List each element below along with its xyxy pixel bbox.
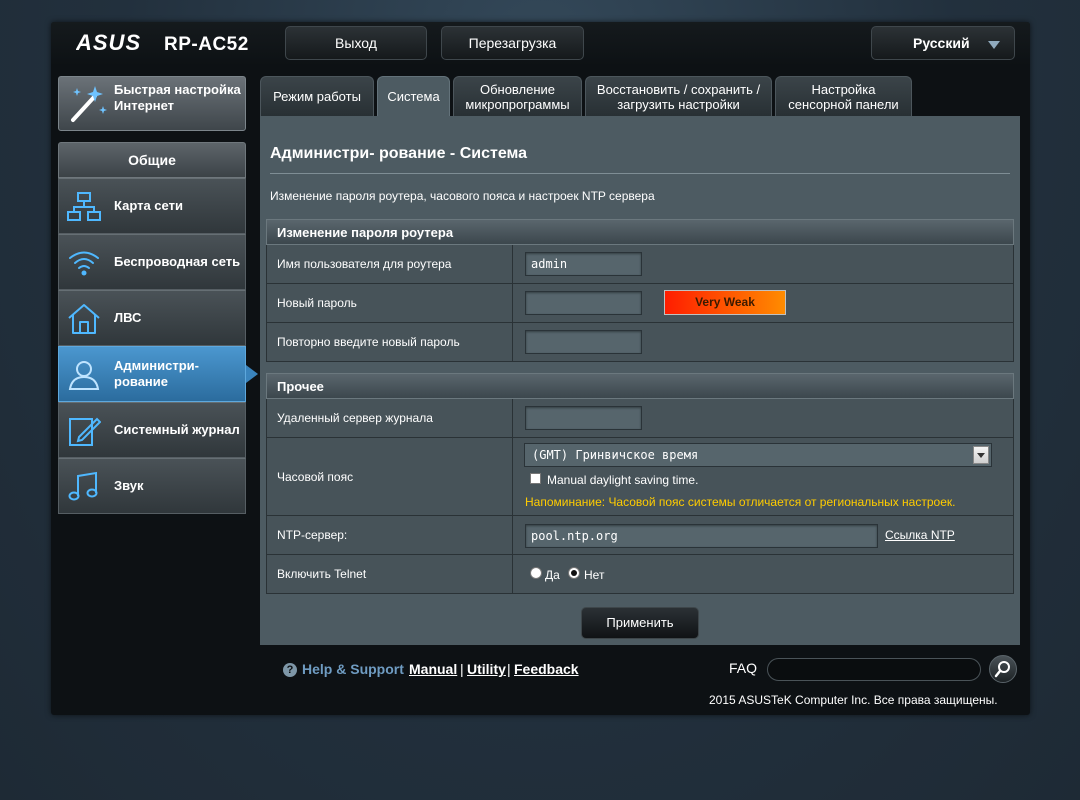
router-admin-window: ASUS RP-AC52 Выход Перезагрузка Русский … — [51, 22, 1030, 715]
top-header: ASUS RP-AC52 Выход Перезагрузка Русский — [51, 22, 1030, 66]
sound-icon — [68, 471, 98, 501]
sidebar-item-label: ЛВС — [114, 310, 142, 325]
utility-link[interactable]: Utility — [467, 661, 506, 677]
username-input[interactable]: admin — [525, 252, 642, 276]
sidebar-item-lan[interactable]: ЛВС — [58, 290, 246, 346]
sidebar-item-label: Беспроводная сеть — [114, 254, 241, 269]
lan-home-icon — [68, 304, 100, 334]
timezone-warning: Напоминание: Часовой пояс системы отлича… — [525, 495, 956, 509]
row-ntp-server: NTP-сервер: pool.ntp.org Ссылка NTP — [266, 516, 1014, 555]
sidebar-item-label: Карта сети — [114, 198, 183, 213]
sidebar-item-label: Звук — [114, 478, 144, 493]
sidebar-item-network-map[interactable]: Карта сети — [58, 178, 246, 234]
sidebar-item-label: Системный журнал — [114, 422, 240, 437]
new-password-input[interactable] — [525, 291, 642, 315]
page-description: Изменение пароля роутера, часового пояса… — [270, 189, 655, 203]
chevron-down-icon[interactable] — [973, 446, 989, 464]
feedback-link[interactable]: Feedback — [514, 661, 579, 677]
ntp-label: NTP-сервер: — [267, 516, 513, 554]
dst-checkbox[interactable] — [530, 473, 541, 484]
sidebar-section-general: Общие — [58, 142, 246, 178]
tab-operation-mode[interactable]: Режим работы — [260, 76, 374, 116]
section-header-password: Изменение пароля роутера — [266, 219, 1014, 245]
sidebar-item-system-log[interactable]: Системный журнал — [58, 402, 246, 458]
faq-label: FAQ — [729, 660, 758, 676]
search-icon — [994, 661, 1010, 678]
ntp-link[interactable]: Ссылка NTP — [885, 528, 955, 542]
faq-search-input[interactable] — [767, 658, 981, 681]
sidebar-item-wireless[interactable]: Беспроводная сеть — [58, 234, 246, 290]
row-log-server: Удаленный сервер журнала — [266, 399, 1014, 438]
timezone-value: (GMT) Гринвичское время — [532, 448, 699, 462]
system-log-icon — [69, 417, 101, 446]
row-repeat-password: Повторно введите новый пароль — [266, 323, 1014, 362]
log-server-label: Удаленный сервер журнала — [267, 399, 513, 437]
magic-wand-icon — [71, 86, 107, 122]
tab-touch-panel-settings[interactable]: Настройка сенсорной панели — [775, 76, 912, 116]
password-strength-badge: Very Weak — [664, 290, 786, 315]
search-button[interactable] — [989, 655, 1017, 683]
row-timezone: Часовой пояс (GMT) Гринвичское время Man… — [266, 438, 1014, 516]
language-value: Русский — [913, 35, 970, 51]
row-telnet: Включить Telnet Да Нет — [266, 555, 1014, 594]
ntp-server-input[interactable]: pool.ntp.org — [525, 524, 878, 548]
telnet-no-radio[interactable] — [568, 567, 580, 579]
footer-separator: | — [507, 661, 511, 677]
tab-system[interactable]: Система — [377, 76, 450, 116]
logout-button[interactable]: Выход — [285, 26, 427, 60]
log-server-input[interactable] — [525, 406, 642, 430]
timezone-select[interactable]: (GMT) Гринвичское время — [524, 443, 992, 467]
help-support-label: Help & Support — [302, 661, 404, 677]
footer-separator: | — [460, 661, 464, 677]
telnet-yes-radio[interactable] — [530, 567, 542, 579]
dst-label: Manual daylight saving time. — [547, 473, 699, 487]
tab-firmware-upgrade[interactable]: Обновление микропрограммы — [453, 76, 582, 116]
svg-text:ASUS: ASUS — [76, 32, 141, 54]
manual-link[interactable]: Manual — [409, 661, 457, 677]
language-select[interactable]: Русский — [871, 26, 1015, 60]
repeat-password-label: Повторно введите новый пароль — [267, 323, 513, 361]
page-title: Администри- рование - Система — [270, 145, 528, 162]
timezone-label: Часовой пояс — [267, 438, 513, 515]
row-new-password: Новый пароль Very Weak — [266, 284, 1014, 323]
asus-logo: ASUS — [76, 32, 141, 54]
content-panel: Администри- рование - Система Изменение … — [260, 116, 1020, 645]
tab-restore-save-settings[interactable]: Восстановить / сохранить / загрузить нас… — [585, 76, 772, 116]
chevron-down-icon — [988, 41, 1000, 49]
quick-internet-setup-button[interactable]: Быстрая настройка Интернет — [58, 76, 246, 131]
new-password-label: Новый пароль — [267, 284, 513, 322]
reboot-button[interactable]: Перезагрузка — [441, 26, 584, 60]
telnet-label: Включить Telnet — [267, 555, 513, 593]
section-header-misc: Прочее — [266, 373, 1014, 399]
model-name: RP-AC52 — [164, 34, 249, 55]
sidebar-item-administration[interactable]: Администри- рование — [58, 346, 258, 402]
copyright-text: 2015 ASUSTeK Computer Inc. Все права защ… — [709, 693, 998, 707]
quick-setup-label: Быстрая настройка Интернет — [114, 82, 241, 113]
telnet-no-label: Нет — [584, 568, 605, 582]
apply-button[interactable]: Применить — [581, 607, 699, 639]
telnet-yes-label: Да — [545, 568, 560, 582]
help-icon: ? — [283, 663, 297, 677]
network-map-icon — [67, 192, 101, 221]
repeat-password-input[interactable] — [525, 330, 642, 354]
title-divider — [270, 173, 1010, 174]
row-username: Имя пользователя для роутера admin — [266, 245, 1014, 284]
sidebar-item-sound[interactable]: Звук — [58, 458, 246, 514]
wireless-icon — [69, 251, 99, 276]
admin-user-icon — [68, 361, 100, 390]
sidebar-item-label: Администри- рование — [114, 358, 199, 389]
username-label: Имя пользователя для роутера — [267, 245, 513, 283]
